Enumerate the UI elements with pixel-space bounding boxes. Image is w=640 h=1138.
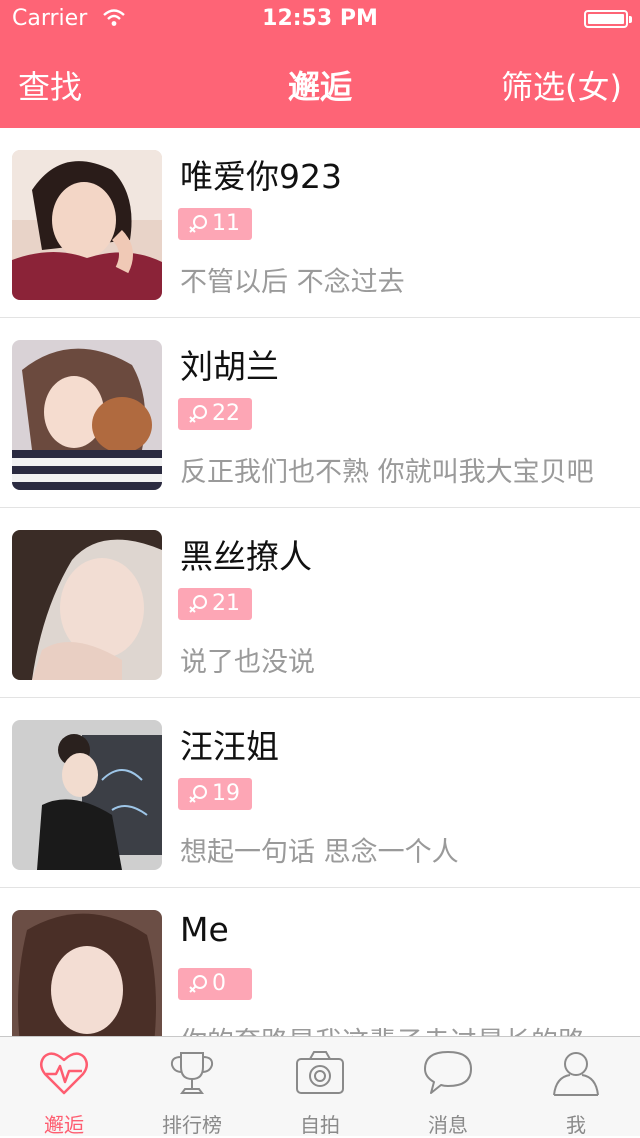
avatar	[12, 910, 162, 1036]
age-label: 0	[212, 971, 226, 996]
user-motto: 反正我们也不熟 你就叫我大宝贝吧	[180, 457, 594, 488]
user-motto: 你的套路是我这辈子走过最长的路	[180, 1020, 585, 1036]
search-button[interactable]: 查找	[18, 62, 82, 108]
user-name: 汪汪姐	[180, 727, 279, 766]
camera-icon	[296, 1051, 344, 1094]
female-symbol-icon	[189, 975, 207, 993]
female-symbol-icon	[189, 215, 207, 233]
user-name: 刘胡兰	[180, 347, 279, 386]
battery-icon	[584, 10, 632, 28]
avatar	[12, 150, 162, 300]
user-list[interactable]: 唯爱你923 11 不管以后 不念过去 刘胡兰 22 反正我们也不熟 你就叫我大…	[0, 128, 640, 1036]
gender-age-badge: 19	[178, 778, 252, 810]
person-icon	[553, 1052, 599, 1096]
tab-me[interactable]: 我	[512, 1037, 640, 1137]
tab-label: 我	[566, 1113, 586, 1137]
list-item[interactable]: Me 0 你的套路是我这辈子走过最长的路	[0, 888, 640, 1036]
list-item[interactable]: 黑丝撩人 21 说了也没说	[0, 508, 640, 698]
female-symbol-icon	[189, 595, 207, 613]
chat-bubble-icon	[424, 1051, 472, 1094]
user-motto: 想起一句话 思念一个人	[180, 837, 459, 868]
tab-messages[interactable]: 消息	[384, 1037, 512, 1137]
tab-label: 排行榜	[162, 1113, 222, 1137]
user-motto: 不管以后 不念过去	[180, 267, 405, 298]
female-symbol-icon	[189, 405, 207, 423]
age-label: 22	[212, 401, 240, 426]
user-name: 唯爱你923	[180, 157, 342, 196]
age-label: 21	[212, 591, 240, 616]
gender-age-badge: 11	[178, 208, 252, 240]
tab-label: 消息	[428, 1113, 468, 1137]
list-item[interactable]: 刘胡兰 22 反正我们也不熟 你就叫我大宝贝吧	[0, 318, 640, 508]
avatar	[12, 530, 162, 680]
female-symbol-icon	[189, 785, 207, 803]
gender-age-badge: 0	[178, 968, 252, 1000]
user-name: 黑丝撩人	[180, 537, 312, 576]
trophy-icon	[170, 1052, 214, 1094]
filter-button[interactable]: 筛选(女)	[501, 62, 622, 108]
list-item[interactable]: 汪汪姐 19 想起一句话 思念一个人	[0, 698, 640, 888]
status-bar: Carrier 12:53 PM	[0, 0, 640, 40]
tab-bar: 邂逅 排行榜 自拍 消息 我	[0, 1036, 640, 1137]
age-label: 11	[212, 211, 240, 236]
list-item[interactable]: 唯爱你923 11 不管以后 不念过去	[0, 128, 640, 318]
gender-age-badge: 22	[178, 398, 252, 430]
user-motto: 说了也没说	[180, 647, 315, 678]
tab-label: 自拍	[300, 1113, 340, 1137]
age-label: 19	[212, 781, 240, 806]
gender-age-badge: 21	[178, 588, 252, 620]
heart-pulse-icon	[40, 1052, 88, 1095]
tab-selfie[interactable]: 自拍	[256, 1037, 384, 1137]
tab-ranking[interactable]: 排行榜	[128, 1037, 256, 1137]
avatar	[12, 340, 162, 490]
tab-encounter[interactable]: 邂逅	[0, 1037, 128, 1137]
tab-label: 邂逅	[44, 1113, 84, 1137]
nav-bar: 查找 邂逅 筛选(女)	[0, 40, 640, 128]
avatar	[12, 720, 162, 870]
clock: 12:53 PM	[262, 6, 378, 31]
user-name: Me	[180, 910, 229, 949]
